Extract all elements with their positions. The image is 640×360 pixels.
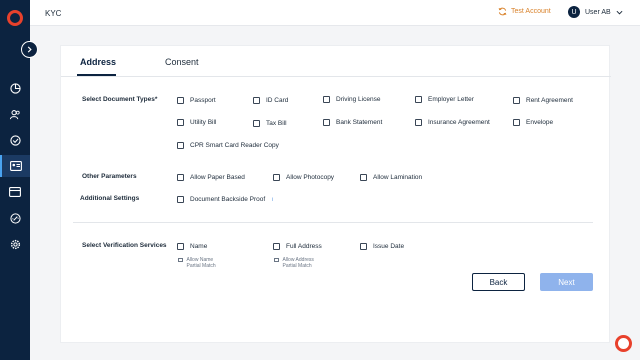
checkbox-envelope[interactable]: Envelope (513, 119, 553, 126)
checkbox-name[interactable]: Name (177, 243, 207, 250)
checkbox-box[interactable] (177, 142, 184, 149)
tab-consent[interactable]: Consent (165, 57, 199, 67)
kyc-settings-card: Address Consent Select Document Types* P… (60, 45, 611, 343)
checkbox-bank-statement[interactable]: Bank Statement (323, 119, 382, 126)
checkbox-label: Allow Address Partial Match (282, 257, 314, 269)
checkbox-box[interactable] (273, 174, 280, 181)
checkbox-box[interactable] (177, 196, 184, 203)
avatar: U (568, 6, 580, 18)
logo (7, 10, 23, 26)
checkbox-label: Tax Bill (266, 120, 287, 127)
checkbox-employer-letter[interactable]: Employer Letter (415, 96, 474, 103)
checkbox-utility-bill[interactable]: Utility Bill (177, 119, 216, 126)
checkbox-box[interactable] (360, 174, 367, 181)
checkbox-box[interactable] (178, 257, 183, 262)
checkbox-passport[interactable]: Passport (177, 97, 216, 104)
checkbox-driving-license[interactable]: Driving License (323, 96, 380, 103)
checkbox-id-card[interactable]: ID Card (253, 97, 288, 104)
checkbox-label: ID Card (266, 97, 289, 104)
user-menu[interactable]: U User AB (568, 6, 623, 18)
checkbox-box[interactable] (513, 97, 520, 104)
checkbox-box[interactable] (177, 119, 184, 126)
test-account-switch[interactable]: Test Account (498, 7, 551, 16)
sidebar-expand-button[interactable] (21, 41, 38, 58)
checkbox-box[interactable] (253, 120, 260, 127)
checkbox-issue-date[interactable]: Issue Date (360, 243, 404, 250)
test-account-label: Test Account (511, 8, 551, 15)
card-icon[interactable] (0, 181, 30, 203)
chevron-right-icon (27, 46, 32, 53)
checkbox-label: Allow Name Partial Match (186, 257, 216, 269)
checkbox-label: Allow Photocopy (286, 174, 335, 181)
checkbox-label: Name (190, 243, 208, 250)
checkbox-tax-bill[interactable]: Tax Bill (253, 120, 287, 127)
additional-settings-label: Additional Settings (80, 195, 140, 202)
checkbox-box[interactable] (323, 96, 330, 103)
checkbox-label: Driving License (336, 96, 381, 103)
checkbox-label: Bank Statement (336, 119, 383, 126)
next-button[interactable]: Next (540, 273, 593, 291)
tab-bar: Address Consent (61, 46, 611, 77)
info-icon[interactable]: i (272, 197, 273, 203)
checkbox-allow-paper-based[interactable]: Allow Paper Based (177, 174, 245, 181)
topbar: KYC Test Account U User AB (30, 0, 640, 26)
checkbox-allow-photocopy[interactable]: Allow Photocopy (273, 174, 334, 181)
checkbox-box[interactable] (360, 243, 367, 250)
checkbox-box[interactable] (513, 119, 520, 126)
checkbox-label: Allow Lamination (373, 174, 423, 181)
checkbox-box[interactable] (273, 243, 280, 250)
checkbox-box[interactable] (415, 119, 422, 126)
chevron-down-icon (616, 10, 623, 14)
id-card-icon[interactable] (0, 155, 30, 177)
back-button[interactable]: Back (472, 273, 525, 291)
checkbox-box[interactable] (177, 174, 184, 181)
checkbox-box[interactable] (177, 243, 184, 250)
active-tab-indicator (77, 74, 116, 76)
checkbox-cpr-smart-card[interactable]: CPR Smart Card Reader Copy (177, 142, 279, 149)
other-parameters-label: Other Parameters (82, 173, 137, 180)
checkbox-label: Full Address (286, 243, 322, 250)
checkbox-label: Envelope (526, 119, 554, 126)
checkbox-box[interactable] (274, 257, 279, 262)
section-divider (73, 222, 593, 223)
checkbox-box[interactable] (323, 119, 330, 126)
checkbox-label: Rent Agreement (526, 97, 573, 104)
checkbox-label: Insurance Agreement (428, 119, 490, 126)
checkbox-insurance-agreement[interactable]: Insurance Agreement (415, 119, 490, 126)
checkbox-allow-name-partial-match[interactable]: Allow Name Partial Match (178, 257, 228, 269)
settings-icon[interactable] (0, 233, 30, 255)
checkbox-allow-address-partial-match[interactable]: Allow Address Partial Match (274, 257, 326, 269)
checkbox-label: Employer Letter (428, 96, 474, 103)
dashboard-icon[interactable] (0, 77, 30, 99)
checkbox-label: CPR Smart Card Reader Copy (190, 142, 279, 149)
checkbox-full-address[interactable]: Full Address (273, 243, 322, 250)
checkbox-box[interactable] (177, 97, 184, 104)
checkbox-box[interactable] (253, 97, 260, 104)
document-types-label: Select Document Types* (82, 96, 158, 103)
checkbox-label: Allow Paper Based (190, 174, 245, 181)
tab-address[interactable]: Address (80, 57, 116, 67)
user-name: User AB (585, 8, 611, 16)
checkbox-document-backside-proof[interactable]: Document Backside Proof (177, 196, 265, 203)
checkbox-label: Issue Date (373, 243, 405, 250)
page-title: KYC (45, 9, 62, 18)
refresh-icon (498, 7, 507, 16)
help-widget-icon[interactable] (615, 335, 632, 352)
check-circle-icon[interactable] (0, 129, 30, 151)
checkbox-label: Passport (190, 97, 216, 104)
checkbox-rent-agreement[interactable]: Rent Agreement (513, 97, 573, 104)
checkbox-box[interactable] (415, 96, 422, 103)
checkbox-label: Document Backside Proof (190, 196, 266, 203)
checkbox-label: Utility Bill (190, 119, 217, 126)
users-icon[interactable] (0, 103, 30, 125)
verification-services-label: Select Verification Services (82, 242, 167, 249)
link-icon[interactable] (0, 207, 30, 229)
checkbox-allow-lamination[interactable]: Allow Lamination (360, 174, 422, 181)
